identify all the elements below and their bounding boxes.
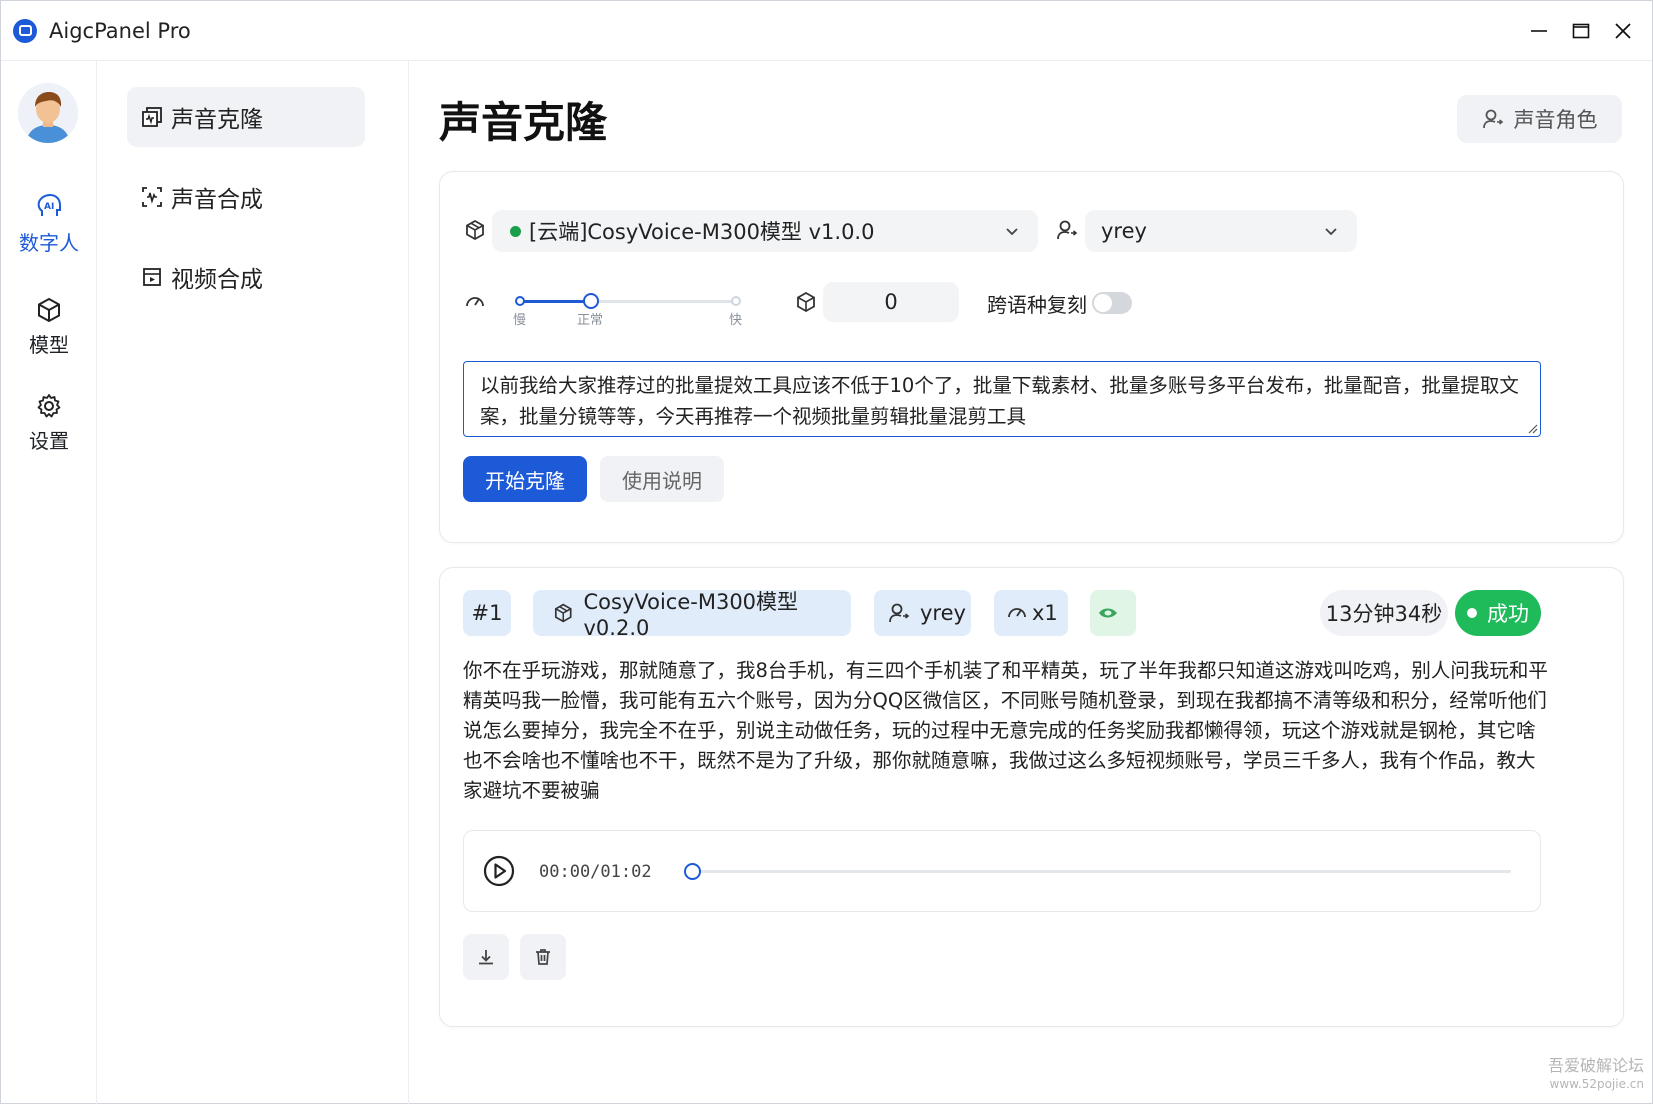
- close-button[interactable]: [1602, 1, 1644, 61]
- nvidia-gpu-icon: [1099, 608, 1117, 618]
- cross-lang-toggle[interactable]: [1092, 292, 1132, 314]
- result-model-badge: CosyVoice-M300模型 v0.2.0: [533, 590, 851, 640]
- speaker-select[interactable]: yrey: [1085, 210, 1357, 252]
- seed-input[interactable]: 0: [823, 282, 959, 322]
- speaker-icon: [889, 603, 910, 623]
- player-time: 00:00/01:02: [539, 862, 652, 882]
- result-speed-label: x1: [1032, 601, 1058, 625]
- speed-gauge-icon: [1008, 608, 1026, 618]
- voice-role-label: 声音角色: [1513, 108, 1598, 132]
- secondary-nav: 声音克隆 声音合成 视频合成: [97, 61, 409, 1104]
- subnav-item-label: 声音合成: [171, 187, 263, 213]
- gpu-badge: [1090, 590, 1136, 636]
- model-select[interactable]: [云端]CosyVoice-M300模型 v1.0.0: [492, 210, 1038, 252]
- result-index-label: #1: [471, 601, 503, 625]
- watermark-title: 吾爱破解论坛: [1547, 1056, 1644, 1075]
- maximize-icon: [1572, 23, 1590, 39]
- subnav-item-label: 声音克隆: [171, 107, 263, 133]
- primary-nav: AI 数字人 模型 设置: [1, 61, 97, 1104]
- page-title: 声音克隆: [439, 98, 608, 147]
- avatar-image: [18, 83, 78, 143]
- video-icon: [143, 268, 161, 286]
- user-voice-icon: [1482, 109, 1503, 129]
- result-duration-badge: 13分钟34秒: [1320, 590, 1448, 636]
- status-dot: [1467, 608, 1477, 618]
- start-clone-button[interactable]: 开始克隆: [463, 456, 587, 502]
- rail-item-label: 模型: [29, 333, 69, 357]
- rail-item-label: 设置: [29, 429, 69, 453]
- app-logo-icon: [13, 18, 37, 43]
- player-progress-handle[interactable]: [684, 863, 701, 880]
- model-cube-icon: [466, 219, 484, 241]
- subnav-item-voice-synth[interactable]: 声音合成: [127, 167, 365, 227]
- player-progress-track[interactable]: [696, 870, 1511, 873]
- close-icon: [1615, 23, 1631, 39]
- voice-synth-icon: [142, 187, 162, 207]
- speed-label-slow: 慢: [513, 313, 527, 328]
- speed-gauge-icon: [466, 297, 484, 307]
- speed-slider-handle[interactable]: [583, 293, 599, 309]
- minimize-button[interactable]: [1518, 1, 1560, 61]
- minimize-icon: [1531, 30, 1547, 32]
- help-button[interactable]: 使用说明: [600, 456, 724, 502]
- speed-label-normal: 正常: [577, 313, 604, 328]
- app-window: AigcPanel Pro AI 数字人 模型 设置 声音克隆 声音合成 视频合…: [0, 0, 1653, 1104]
- speed-label-fast: 快: [729, 313, 743, 328]
- voice-role-button[interactable]: 声音角色: [1457, 95, 1622, 143]
- speed-slider-fill: [520, 300, 592, 303]
- model-select-value: [云端]CosyVoice-M300模型 v1.0.0: [529, 220, 875, 244]
- speaker-icon: [1057, 220, 1078, 240]
- subnav-item-video[interactable]: 视频合成: [127, 247, 365, 307]
- model-status-dot: [510, 225, 521, 237]
- result-model-label: CosyVoice-M300模型 v0.2.0: [583, 590, 799, 640]
- rail-item-settings[interactable]: 设置: [1, 393, 97, 454]
- clone-text-input[interactable]: 以前我给大家推荐过的批量提效工具应该不低于10个了，批量下载素材、批量多账号多平…: [463, 361, 1541, 437]
- subnav-item-label: 视频合成: [171, 267, 263, 293]
- rail-item-label: 数字人: [19, 231, 79, 255]
- seed-cube-icon: [797, 291, 815, 313]
- result-index-badge: #1: [463, 590, 511, 636]
- subnav-item-voice-clone[interactable]: 声音克隆: [127, 87, 365, 147]
- delete-button[interactable]: [520, 934, 566, 980]
- result-speaker-badge: yrey: [874, 590, 971, 636]
- download-icon: [479, 950, 493, 965]
- rail-item-model[interactable]: 模型: [1, 297, 97, 358]
- forum-watermark: 吾爱破解论坛 www.52pojie.cn: [1548, 1057, 1644, 1093]
- result-card: #1 CosyVoice-M300模型 v0.2.0 yrey x1 13分钟3…: [439, 567, 1624, 1027]
- download-button[interactable]: [463, 934, 509, 980]
- result-speed-badge: x1: [994, 590, 1068, 636]
- play-icon[interactable]: [482, 854, 516, 888]
- app-title: AigcPanel Pro: [49, 18, 191, 43]
- trash-icon: [536, 949, 550, 965]
- model-cube-icon: [554, 603, 572, 623]
- watermark-url: www.52pojie.cn: [1549, 1077, 1644, 1091]
- rail-item-digital-human[interactable]: AI 数字人: [1, 193, 97, 256]
- speed-slider-stop: [515, 296, 525, 306]
- svg-text:AI: AI: [44, 202, 54, 212]
- speed-slider-stop: [731, 296, 741, 306]
- window-controls: [1518, 1, 1652, 61]
- clone-text-value: 以前我给大家推荐过的批量提效工具应该不低于10个了，批量下载素材、批量多账号多平…: [480, 374, 1519, 428]
- maximize-button[interactable]: [1560, 1, 1602, 61]
- status-label: 成功: [1487, 602, 1529, 626]
- voice-clone-icon: [142, 107, 162, 127]
- gear-icon: [37, 394, 61, 418]
- audio-player: 00:00/01:02: [463, 830, 1541, 912]
- result-text: 你不在乎玩游戏，那就随意了，我8台手机，有三四个手机装了和平精英，玩了半年我都只…: [463, 659, 1548, 802]
- ai-head-icon: AI: [37, 193, 61, 216]
- main-content: 声音克隆 声音角色 [云端]CosyVoice-M300模型 v1.0.0 yr…: [409, 61, 1653, 1104]
- status-badge: 成功: [1455, 590, 1541, 636]
- chevron-down-icon: [1325, 228, 1337, 236]
- clone-form-card: [云端]CosyVoice-M300模型 v1.0.0 yrey 慢 正常 快 …: [439, 171, 1624, 543]
- cube-icon: [38, 297, 60, 323]
- result-duration-label: 13分钟34秒: [1325, 602, 1443, 626]
- speaker-select-value: yrey: [1101, 219, 1147, 243]
- avatar[interactable]: [18, 83, 78, 143]
- title-bar: AigcPanel Pro: [1, 1, 1652, 61]
- chevron-down-icon: [1006, 228, 1018, 236]
- cross-lang-label: 跨语种复刻: [987, 293, 1087, 317]
- result-speaker-label: yrey: [920, 601, 966, 625]
- resize-handle-icon[interactable]: [1526, 422, 1538, 434]
